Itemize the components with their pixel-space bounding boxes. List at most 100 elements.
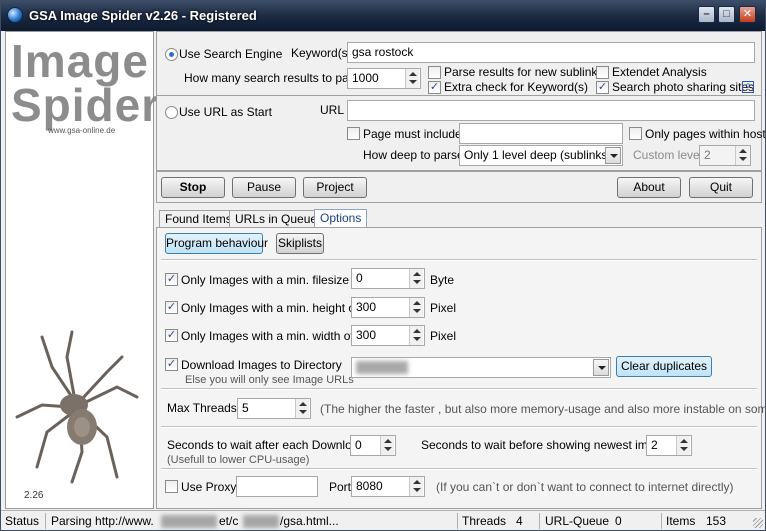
stop-button[interactable]: Stop (161, 177, 225, 198)
search-results-value: 1000 (352, 71, 379, 85)
wait-newest-label: Seconds to wait before showing newest im… (421, 438, 668, 452)
threads-value: 4 (516, 514, 523, 528)
spin-up-icon (739, 149, 747, 153)
min-filesize-checkbox[interactable]: ✓ (165, 273, 178, 286)
port-input[interactable]: 8080 (351, 476, 425, 497)
extra-check-label: Extra check for Keyword(s) (444, 80, 589, 94)
page-must-include-label: Page must include (363, 127, 462, 141)
min-filesize-spinner[interactable] (409, 269, 423, 288)
globe-icon (7, 7, 23, 23)
search-results-input[interactable]: 1000 (347, 68, 421, 89)
use-proxy-checkbox[interactable] (165, 480, 178, 493)
spin-up-icon (409, 72, 417, 76)
download-directory-select[interactable] (351, 357, 611, 378)
search-results-spinner[interactable] (405, 69, 419, 88)
url-queue-value: 0 (615, 514, 622, 528)
program-behaviour-button[interactable]: Program behaviour (165, 233, 268, 254)
use-search-engine-radio[interactable] (165, 48, 178, 61)
pause-button[interactable]: Pause (232, 177, 296, 198)
min-filesize-input[interactable]: 0 (351, 268, 425, 289)
options-panel: Program behaviour Skiplists ✓ Only Image… (156, 227, 765, 509)
clear-duplicates-button[interactable]: Clear duplicates (616, 356, 712, 377)
skiplists-button[interactable]: Skiplists (276, 233, 324, 254)
redacted-url-part (243, 515, 279, 528)
about-button[interactable]: About (617, 177, 681, 198)
keywords-input[interactable]: gsa rostock (347, 42, 755, 63)
wait-download-input[interactable]: 0 (350, 435, 396, 456)
title-bar[interactable]: GSA Image Spider v2.26 - Registered – □ … (1, 1, 765, 31)
chevron-down-icon[interactable] (605, 147, 621, 164)
port-spinner[interactable] (409, 477, 423, 496)
minimize-button[interactable]: – (698, 6, 715, 23)
proxy-input[interactable] (236, 476, 318, 497)
use-url-radio[interactable] (165, 106, 178, 119)
close-icon: ✕ (742, 8, 753, 20)
page-must-include-input[interactable] (459, 123, 623, 144)
download-images-hint: Else you will only see Image URLs (185, 374, 354, 386)
min-width-input[interactable]: 300 (351, 325, 425, 346)
app-window: GSA Image Spider v2.26 - Registered – □ … (0, 0, 766, 531)
spin-down-icon (413, 337, 421, 341)
separator (161, 259, 757, 261)
only-pages-host-checkbox[interactable] (629, 127, 642, 140)
depth-label: How deep to parse (363, 148, 464, 162)
custom-level-input[interactable]: 2 (699, 145, 751, 166)
help-icon[interactable]: ? (742, 81, 754, 93)
wait-newest-input[interactable]: 2 (646, 435, 692, 456)
spin-up-icon (413, 272, 421, 276)
tab-options[interactable]: Options (314, 209, 368, 228)
parse-new-sublinks-checkbox[interactable] (428, 66, 441, 79)
chevron-down-icon[interactable] (593, 359, 609, 376)
search-engine-group: Use Search Engine Keyword(s) gsa rostock… (156, 31, 762, 96)
redacted-url-part (161, 515, 217, 528)
wait-download-label: Seconds to wait after each Download (167, 438, 366, 452)
close-button[interactable]: ✕ (739, 6, 756, 23)
search-photo-checkbox[interactable]: ✓ (596, 81, 609, 94)
url-input[interactable] (347, 100, 755, 121)
max-threads-value: 5 (242, 401, 249, 415)
wait-download-hint: (Usefull to lower CPU-usage) (167, 454, 310, 466)
page-must-include-checkbox[interactable] (347, 127, 360, 140)
depth-select[interactable]: Only 1 level deep (sublinks) (459, 145, 623, 166)
min-height-checkbox[interactable]: ✓ (165, 301, 178, 314)
status-label: Status (5, 514, 40, 528)
parse-new-sublinks-label: Parse results for new sublinks (444, 65, 604, 79)
max-threads-spinner[interactable] (295, 399, 309, 418)
spin-down-icon (299, 410, 307, 414)
use-proxy-label: Use Proxy (181, 480, 237, 494)
max-threads-label: Max Threads (167, 401, 237, 415)
spin-down-icon (409, 80, 417, 84)
download-images-checkbox[interactable]: ✓ (165, 358, 178, 371)
spin-up-icon (413, 329, 421, 333)
wait-newest-value: 2 (651, 438, 658, 452)
toolbar: Stop Pause Project About Quit (156, 171, 762, 203)
minimize-icon: – (703, 8, 710, 20)
proxy-hint: (If you can`t or don`t want to connect t… (436, 480, 734, 494)
tab-found-items[interactable]: Found Items (159, 210, 238, 227)
keywords-label: Keyword(s) (291, 46, 352, 60)
spin-down-icon (384, 447, 392, 451)
maximize-button[interactable]: □ (718, 6, 735, 23)
quit-button[interactable]: Quit (689, 177, 753, 198)
extended-analysis-label: Extendet Analysis (612, 65, 707, 79)
tab-urls-in-queue[interactable]: URLs in Queue (229, 210, 324, 227)
wait-newest-spinner[interactable] (676, 436, 690, 455)
spin-down-icon (680, 447, 688, 451)
parsing-prefix: Parsing http://www. (51, 514, 154, 528)
custom-level-spinner[interactable] (735, 146, 749, 165)
min-height-spinner[interactable] (409, 298, 423, 317)
wait-download-spinner[interactable] (380, 436, 394, 455)
resize-grip-icon[interactable] (753, 518, 763, 528)
spin-down-icon (413, 280, 421, 284)
project-button[interactable]: Project (303, 177, 367, 198)
max-threads-input[interactable]: 5 (237, 398, 311, 419)
extended-analysis-checkbox[interactable] (596, 66, 609, 79)
parsing-mid: et/c (219, 514, 239, 528)
extra-check-checkbox[interactable]: ✓ (428, 81, 441, 94)
min-width-spinner[interactable] (409, 326, 423, 345)
min-height-input[interactable]: 300 (351, 297, 425, 318)
maximize-icon: □ (723, 8, 730, 20)
spin-up-icon (299, 402, 307, 406)
search-results-label: How many search results to parse (184, 71, 366, 85)
min-width-checkbox[interactable]: ✓ (165, 329, 178, 342)
